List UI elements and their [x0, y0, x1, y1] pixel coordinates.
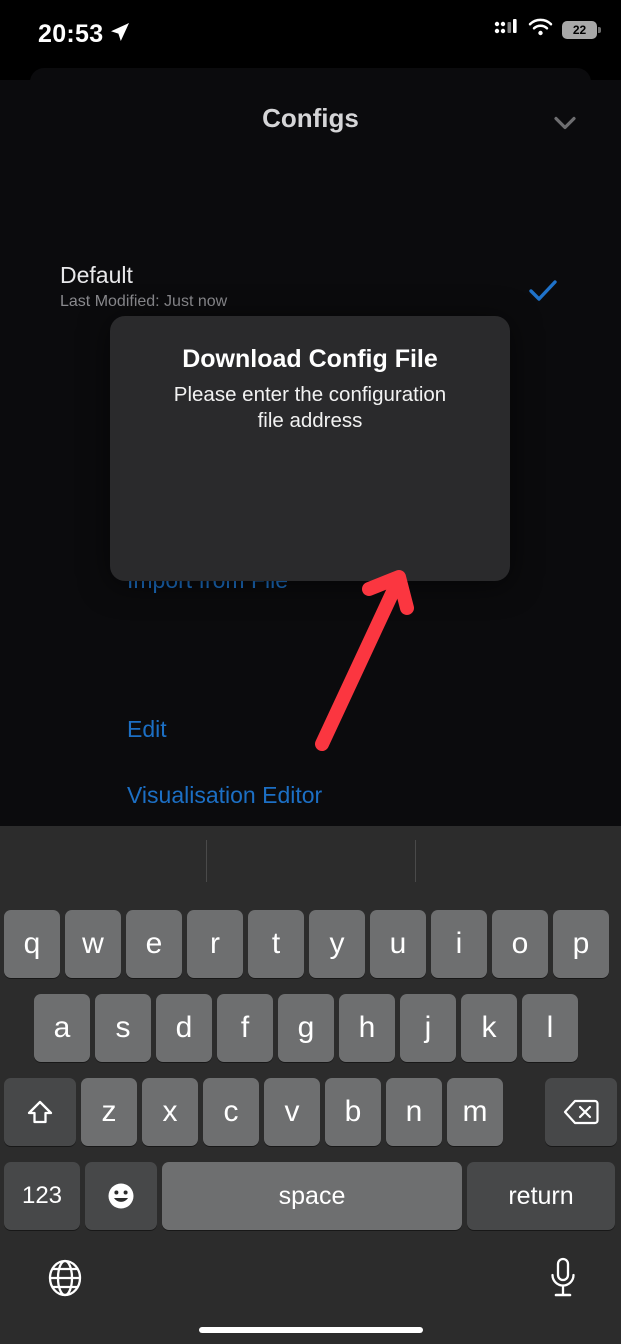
dialog-message: Please enter the configuration file addr…: [173, 383, 447, 432]
key-c[interactable]: c: [203, 1078, 259, 1146]
download-config-dialog: Download Config File Please enter the co…: [110, 316, 510, 581]
keyboard-row-3: zxcvbnm: [0, 1078, 621, 1146]
wifi-icon: [528, 18, 553, 41]
key-f[interactable]: f: [217, 994, 273, 1062]
key-e[interactable]: e: [126, 910, 182, 978]
key-w[interactable]: w: [65, 910, 121, 978]
backspace-icon[interactable]: [545, 1078, 617, 1146]
battery-indicator: 22: [562, 20, 601, 39]
key-t[interactable]: t: [248, 910, 304, 978]
keyboard-row-2: asdfghjkl: [0, 994, 621, 1062]
cellular-signal-icon: [494, 18, 519, 41]
predictive-divider: [415, 840, 416, 882]
page-title: Configs: [262, 103, 359, 133]
status-bar: 20:53 22: [0, 0, 621, 62]
chevron-down-icon[interactable]: [551, 109, 579, 137]
checkmark-icon: [528, 278, 558, 309]
emoji-smiley-icon[interactable]: [85, 1162, 157, 1230]
key-a[interactable]: a: [34, 994, 90, 1062]
key-b[interactable]: b: [325, 1078, 381, 1146]
location-arrow-icon: [110, 22, 130, 42]
visualisation-editor-label[interactable]: Visualisation Editor: [127, 782, 322, 809]
key-y[interactable]: y: [309, 910, 365, 978]
keyboard-row-1: qwertyuiop: [0, 910, 621, 978]
key-r[interactable]: r: [187, 910, 243, 978]
globe-icon[interactable]: [44, 1257, 86, 1299]
key-u[interactable]: u: [370, 910, 426, 978]
key-m[interactable]: m: [447, 1078, 503, 1146]
key-x[interactable]: x: [142, 1078, 198, 1146]
key-i[interactable]: i: [431, 910, 487, 978]
key-g[interactable]: g: [278, 994, 334, 1062]
home-indicator: [198, 1327, 423, 1333]
status-icons: 22: [494, 18, 601, 41]
dialog-title: Download Config File: [182, 345, 438, 373]
shift-icon[interactable]: [4, 1078, 76, 1146]
battery-level: 22: [572, 22, 587, 37]
return-key[interactable]: return: [467, 1162, 615, 1230]
key-o[interactable]: o: [492, 910, 548, 978]
key-v[interactable]: v: [264, 1078, 320, 1146]
key-p[interactable]: p: [553, 910, 609, 978]
key-s[interactable]: s: [95, 994, 151, 1062]
keyboard-row-4: 123 space return: [0, 1162, 621, 1230]
config-row-subtitle: Last Modified: Just now: [60, 293, 228, 310]
ios-keyboard: qwertyuiop asdfghjkl zxcvbnm 123 space r…: [0, 826, 621, 1344]
key-k[interactable]: k: [461, 994, 517, 1062]
key-z[interactable]: z: [81, 1078, 137, 1146]
numbers-key[interactable]: 123: [4, 1162, 80, 1230]
edit-label[interactable]: Edit: [127, 716, 167, 743]
key-n[interactable]: n: [386, 1078, 442, 1146]
key-d[interactable]: d: [156, 994, 212, 1062]
sheet-header: Configs: [0, 95, 621, 155]
key-l[interactable]: l: [522, 994, 578, 1062]
config-row-title: Default: [60, 262, 133, 288]
predictive-divider: [206, 840, 207, 882]
key-h[interactable]: h: [339, 994, 395, 1062]
space-key[interactable]: space: [162, 1162, 462, 1230]
status-time: 20:53: [38, 20, 104, 48]
key-j[interactable]: j: [400, 994, 456, 1062]
key-q[interactable]: q: [4, 910, 60, 978]
microphone-icon[interactable]: [547, 1256, 579, 1300]
predictive-text-bar[interactable]: [0, 826, 621, 896]
